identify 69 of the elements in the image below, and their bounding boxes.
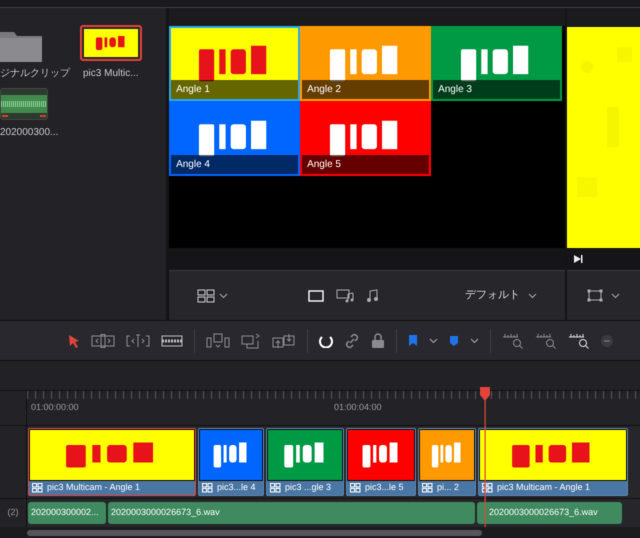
marker-icon[interactable]	[449, 334, 459, 346]
angle-tile[interactable]: Angle 4	[169, 101, 300, 176]
timeline-ruler[interactable]: 01:00:00:00 01:00:04:00	[27, 391, 640, 425]
audio-clip[interactable]: 2020003000026673_6.wav	[108, 502, 475, 524]
replace-icon[interactable]	[272, 332, 296, 348]
angle-tile[interactable]: Angle 5	[300, 101, 432, 176]
audio-clip-thumbnail[interactable]	[0, 88, 48, 120]
chevron-icon[interactable]	[219, 292, 228, 298]
clip-name: 202000300...	[0, 126, 58, 140]
angle-label: Angle 1	[176, 83, 210, 97]
video-clip[interactable]: pi... 2	[418, 428, 476, 496]
multicam-icon	[270, 483, 281, 493]
angle-tile[interactable]: Angle 3	[431, 26, 562, 101]
music-note-icon[interactable]	[366, 288, 378, 302]
audio-clip[interactable]: 202000300002...	[28, 502, 106, 524]
multicam-icon	[350, 483, 361, 493]
chevron-icon[interactable]	[611, 292, 620, 298]
multicam-icon	[422, 483, 433, 493]
video-clip[interactable]: pic3 Multicam - Angle 1	[478, 428, 628, 496]
clip-thumbnail[interactable]	[80, 25, 142, 61]
video-clip[interactable]: pic3...le 5	[346, 428, 416, 496]
audio-clip[interactable]: 2020003000026673_6.wav	[477, 502, 622, 524]
angle-label: Angle 5	[307, 158, 341, 172]
filmstrip-icon[interactable]	[161, 334, 183, 346]
link-icon[interactable]	[344, 332, 360, 348]
playhead[interactable]	[479, 387, 491, 527]
video-audio-icon[interactable]	[336, 288, 354, 302]
play-icon[interactable]	[573, 254, 583, 264]
angle-label: Angle 4	[176, 158, 210, 172]
angle-tile[interactable]: Angle 1	[169, 26, 300, 101]
zoom-icon[interactable]	[568, 332, 590, 348]
clip-name: pic3 ...gle 3	[285, 481, 332, 494]
angle-label: Angle 3	[438, 83, 472, 97]
clip-name: pic3 Multic...	[83, 67, 139, 81]
video-clip[interactable]: pic3 Multicam - Angle 1	[28, 428, 196, 496]
angle-tile[interactable]: Angle 2	[300, 26, 432, 101]
pointer-icon[interactable]	[68, 334, 80, 348]
video-clip[interactable]: pic3 ...gle 3	[266, 428, 344, 496]
chevron-icon[interactable]	[528, 292, 538, 298]
clip-name: pic3 Multicam - Angle 1	[47, 481, 140, 494]
clip-name: pic3...le 4	[217, 481, 256, 494]
multicam-icon	[202, 483, 213, 493]
scrollbar[interactable]	[27, 530, 482, 536]
chevron-icon[interactable]	[470, 338, 479, 344]
clip-name: pic3 Multicam - Angle 1	[497, 481, 590, 494]
chevron-icon[interactable]	[429, 338, 438, 344]
angle-label: Angle 2	[307, 83, 341, 97]
minus-icon[interactable]	[601, 334, 613, 346]
magnet-icon[interactable]	[319, 334, 333, 348]
dynamic-trim-icon[interactable]	[126, 334, 150, 348]
track-label: (2)	[8, 506, 18, 520]
multicam-icon	[32, 483, 43, 493]
flag-icon[interactable]	[408, 334, 418, 347]
timecode: 01:00:00:00	[31, 401, 79, 414]
lock-icon[interactable]	[371, 332, 385, 348]
trim-icon[interactable]	[91, 334, 115, 348]
clip-name: pic3...le 5	[365, 481, 404, 494]
frame-icon[interactable]	[587, 289, 603, 302]
folder-icon[interactable]	[0, 30, 42, 62]
clip-name: ジナルクリップ	[0, 66, 70, 81]
monitor-icon[interactable]	[308, 290, 324, 302]
preset-dropdown[interactable]: デフォルト	[465, 287, 520, 304]
overwrite-icon[interactable]	[241, 332, 261, 348]
timecode: 01:00:04:00	[334, 401, 382, 414]
layout-grid-icon[interactable]	[197, 288, 216, 302]
video-clip[interactable]: pic3...le 4	[198, 428, 264, 496]
insert-icon[interactable]	[206, 332, 230, 348]
clip-name: pi... 2	[437, 481, 460, 494]
multicam-icon	[482, 483, 493, 493]
